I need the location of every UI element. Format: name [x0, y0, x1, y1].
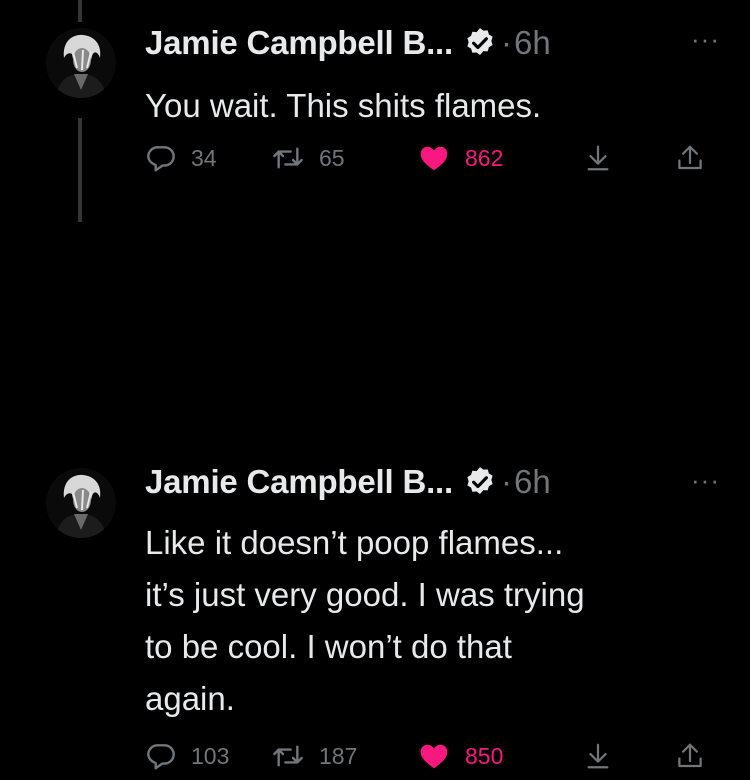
- tweet-1[interactable]: Jamie Campbell B... · 6h ··· You wait. T…: [0, 0, 750, 230]
- heart-filled-icon: [420, 744, 448, 769]
- author-name[interactable]: Jamie Campbell B...: [145, 24, 453, 62]
- avatar[interactable]: [46, 28, 116, 98]
- separator-dot: ·: [500, 24, 512, 61]
- more-options-icon[interactable]: ···: [691, 24, 720, 55]
- tweet-text: Like it doesn’t poop flames... it’s just…: [145, 517, 725, 725]
- tweet-text-line: again.: [145, 680, 235, 717]
- tweet-text-line: it’s just very good. I was trying: [145, 576, 585, 613]
- share-button[interactable]: [675, 740, 705, 772]
- tweet-header: Jamie Campbell B... · 6h: [145, 24, 551, 62]
- thread-line: [78, 118, 82, 222]
- separator-dot: ·: [500, 463, 512, 500]
- timestamp[interactable]: 6h: [514, 24, 551, 62]
- reply-icon: [147, 744, 175, 770]
- retweet-count: 65: [319, 144, 345, 171]
- tweet-actions: 34 65 862: [145, 142, 720, 182]
- retweet-button[interactable]: 65: [271, 142, 345, 174]
- reply-button[interactable]: 103: [145, 740, 229, 772]
- reply-count: 103: [191, 742, 230, 769]
- reply-icon: [147, 146, 175, 172]
- reply-button[interactable]: 34: [145, 142, 217, 174]
- more-options-icon[interactable]: ···: [691, 465, 720, 496]
- retweet-button[interactable]: 187: [271, 740, 357, 772]
- thread-line-top: [78, 0, 82, 22]
- like-count: 862: [465, 144, 504, 171]
- verified-badge-icon: [463, 465, 497, 499]
- tweet-2[interactable]: Jamie Campbell B... · 6h ··· Like it doe…: [0, 230, 750, 770]
- tweet-text-line: Like it doesn’t poop flames...: [145, 524, 564, 561]
- share-icon: [678, 145, 702, 170]
- like-count: 850: [465, 742, 504, 769]
- tweet-text-line: You wait. This shits flames.: [145, 87, 542, 124]
- tweet-actions: 103 187 850: [145, 740, 720, 780]
- timestamp[interactable]: 6h: [514, 463, 551, 501]
- tweet-text-line: to be cool. I won’t do that: [145, 628, 512, 665]
- avatar-image: [46, 28, 116, 98]
- download-icon: [587, 145, 609, 171]
- avatar-image: [46, 468, 116, 538]
- download-button[interactable]: [583, 740, 613, 772]
- author-name[interactable]: Jamie Campbell B...: [145, 463, 453, 501]
- retweet-icon: [273, 147, 303, 169]
- like-button[interactable]: 862: [417, 142, 503, 174]
- heart-filled-icon: [420, 146, 448, 171]
- verified-badge-icon: [463, 26, 497, 60]
- tweet-text: You wait. This shits flames.: [145, 80, 725, 132]
- download-icon: [587, 743, 609, 769]
- retweet-count: 187: [319, 742, 358, 769]
- tweet-header: Jamie Campbell B... · 6h: [145, 463, 551, 501]
- download-button[interactable]: [583, 142, 613, 174]
- avatar[interactable]: [46, 468, 116, 538]
- reply-count: 34: [191, 144, 217, 171]
- share-icon: [678, 743, 702, 768]
- like-button[interactable]: 850: [417, 740, 503, 772]
- retweet-icon: [273, 745, 303, 767]
- share-button[interactable]: [675, 142, 705, 174]
